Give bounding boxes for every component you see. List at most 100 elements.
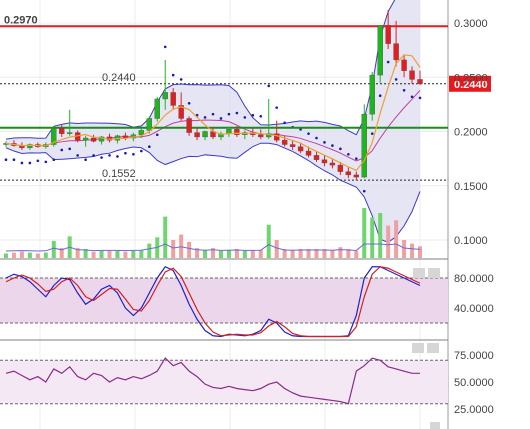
price-tick: 0.1000 <box>454 235 488 247</box>
volume-bar <box>218 250 223 258</box>
sar-dot <box>418 96 422 100</box>
sar-dot <box>235 111 239 115</box>
sar-dot <box>355 157 358 160</box>
sar-dot <box>259 115 263 118</box>
volume-bar <box>4 253 8 258</box>
volume-bar <box>139 249 144 258</box>
sar-dot <box>339 147 342 151</box>
sar-dot <box>100 156 103 159</box>
candle-body <box>273 133 280 141</box>
candle <box>154 96 160 122</box>
sar-dot <box>116 155 119 158</box>
volume-bar <box>147 243 152 258</box>
candle-body <box>90 137 97 142</box>
candle-body <box>82 137 89 141</box>
sar-dot <box>163 45 167 49</box>
stoch-tick: 80.0000 <box>454 273 494 285</box>
volume-bar <box>19 251 24 258</box>
sar-dot <box>12 158 16 162</box>
price-tick: 0.3000 <box>454 18 488 30</box>
rsi-tick: 50.0000 <box>454 377 494 389</box>
volume-bar <box>394 220 399 258</box>
candle-body <box>258 134 264 138</box>
sar-dot <box>347 152 350 156</box>
sar-dot <box>76 154 79 157</box>
pane-maximize-button[interactable] <box>412 343 424 353</box>
volume-bar <box>290 249 295 258</box>
pane-scroll-button[interactable] <box>430 422 440 429</box>
candle-body <box>313 155 320 160</box>
candle-body <box>170 92 176 106</box>
volume-bar <box>203 249 208 258</box>
candle-body <box>66 132 73 134</box>
financial-chart[interactable]: 0.29700.24400.1552 0.24400.30000.25000.2… <box>0 0 530 429</box>
volume-bar <box>370 217 375 258</box>
volume-bar <box>115 250 120 258</box>
sar-dot <box>36 159 40 163</box>
volume-bar <box>410 243 415 258</box>
candle-body <box>377 24 383 76</box>
reference-line-label: 0.2970 <box>4 14 38 26</box>
candle-body <box>401 59 407 71</box>
sar-dot <box>148 145 151 148</box>
candle-body <box>393 43 399 61</box>
volume-bar <box>27 252 32 258</box>
candle-body <box>353 174 360 178</box>
pane-maximize-button[interactable] <box>413 268 425 278</box>
volume-bar <box>131 250 136 258</box>
candle-body <box>329 162 336 166</box>
sar-dot <box>20 161 24 165</box>
sar-dot <box>52 158 56 162</box>
volume-bar <box>338 247 343 258</box>
volume-bar <box>123 251 128 258</box>
sar-dot <box>410 95 414 99</box>
rsi-band <box>0 360 448 404</box>
candle-body <box>194 132 200 138</box>
sar-dot <box>124 151 127 155</box>
price-tick: 0.1500 <box>454 181 488 193</box>
candle-body <box>369 74 375 115</box>
sar-dot <box>140 149 143 153</box>
candle-body <box>59 128 65 134</box>
volume-bar <box>99 250 104 258</box>
sar-dot <box>203 116 207 119</box>
pane-close-button[interactable] <box>427 343 439 353</box>
reference-line-label: 0.1552 <box>102 168 136 180</box>
sar-dot <box>275 106 278 109</box>
sar-dot <box>44 160 48 164</box>
rsi-tick: 75.0000 <box>454 350 494 362</box>
candle <box>377 24 383 83</box>
volume-bar <box>330 249 335 258</box>
candle-body <box>297 146 304 152</box>
sar-dot <box>68 147 71 151</box>
sar-dot <box>267 84 271 88</box>
pane-close-button[interactable] <box>428 268 440 278</box>
candle <box>369 71 375 121</box>
sar-dot <box>155 133 159 137</box>
volume-bar <box>250 250 255 258</box>
sar-dot <box>307 132 310 135</box>
volume-bar <box>378 213 383 258</box>
candle-body <box>305 150 312 156</box>
candle-body <box>337 164 344 172</box>
volume-bar <box>107 250 112 258</box>
rsi-tick: 25.0000 <box>454 404 494 416</box>
volume-bar <box>43 252 48 258</box>
volume-bar <box>171 240 176 258</box>
candle-body <box>345 171 352 176</box>
volume-bar <box>362 208 367 258</box>
sar-dot <box>402 88 406 92</box>
sar-dot <box>211 112 215 116</box>
candle-body <box>361 113 367 178</box>
candle <box>361 104 367 179</box>
sar-dot <box>315 136 318 140</box>
candle-body <box>385 24 391 44</box>
candle-body <box>289 144 296 147</box>
sar-dot <box>243 116 247 119</box>
candle-body <box>146 118 153 131</box>
volume-bar <box>187 241 192 258</box>
candle-body <box>202 131 208 138</box>
volume-bar <box>386 225 391 258</box>
volume-bar <box>266 224 271 258</box>
sar-dot <box>323 141 326 144</box>
